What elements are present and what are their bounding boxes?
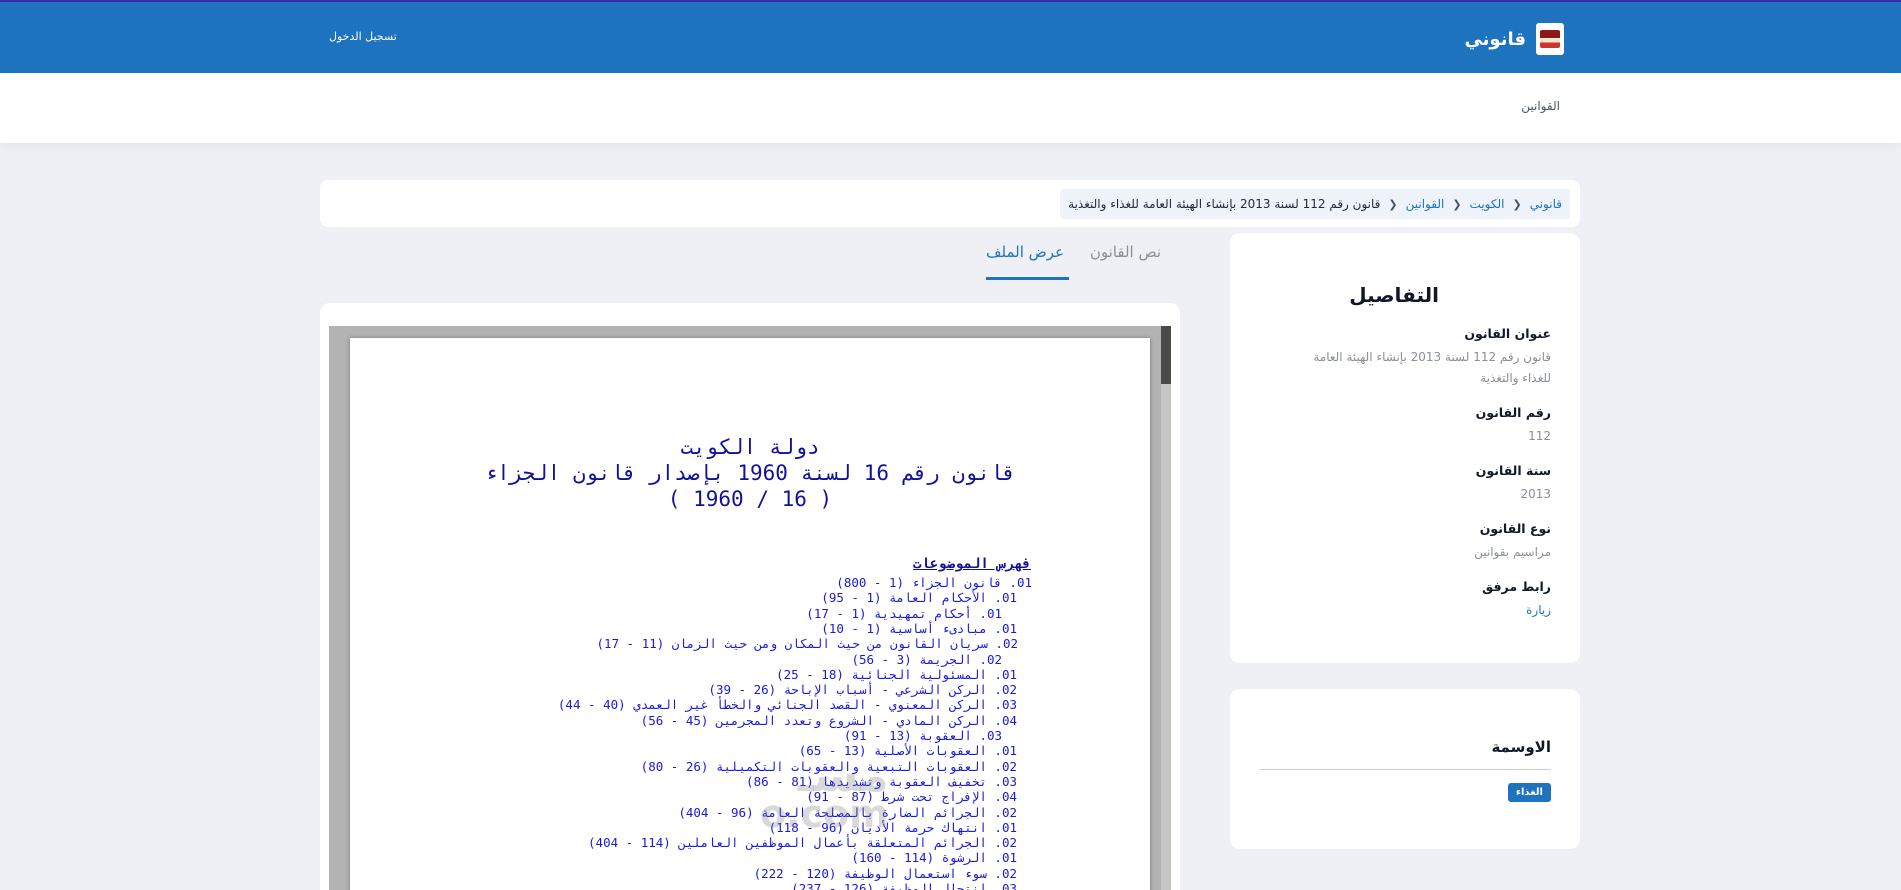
law-type-field: نوع القانون مراسيم بقوانين: [1291, 521, 1551, 563]
breadcrumb-item-laws[interactable]: القوانين: [1406, 197, 1445, 211]
brand-name: قانوني: [1464, 28, 1526, 50]
law-year-field: سنة القانون 2013: [1291, 463, 1551, 505]
top-header-bar: قانوني تسجيل الدخول: [0, 0, 1901, 73]
toc-line: 03. تخفيف العقوبة وتشديدها (81 - 86): [746, 773, 1017, 789]
law-type-label: نوع القانون: [1479, 521, 1551, 536]
toc-line: 03. انتحال الوظيفة (126 - 237): [791, 881, 1017, 890]
toc-line: 03. العقوبة (13 - 91): [843, 728, 1002, 743]
toc-line: 02. سريان القانون من حيث المكان ومن حيث …: [596, 636, 1018, 652]
toc-line: 01. مبادىء أساسية (1 - 10): [821, 620, 1017, 636]
divider: [1260, 769, 1551, 770]
active-tab-indicator: [986, 277, 1069, 280]
scrollbar-thumb[interactable]: [1161, 326, 1171, 384]
breadcrumb-current: قانون رقم 112 لسنة 2013 بإنشاء الهيئة ال…: [1068, 197, 1381, 211]
details-card: التفاصيل عنوان القانون قانون رقم 112 لسن…: [1230, 233, 1580, 663]
law-year-value: 2013: [1520, 487, 1551, 501]
chevron-left-icon: ❮: [1512, 197, 1522, 211]
toc-line: 01. قانون الجزاء (1 - 800): [836, 575, 1032, 590]
law-title-value: قانون رقم 112 لسنة 2013 بإنشاء الهيئة ال…: [1313, 350, 1551, 385]
toc-line: 04. الإفراج تحت شرط (87 - 91): [806, 789, 1017, 805]
brand[interactable]: قانوني: [1464, 22, 1564, 56]
law-type-value: مراسيم بقوانين: [1474, 545, 1551, 559]
details-title: التفاصيل: [1349, 283, 1439, 307]
breadcrumb-item-home[interactable]: قانوني: [1530, 197, 1562, 211]
viewer-scrollbar[interactable]: [1161, 326, 1171, 890]
chevron-left-icon: ❮: [1452, 197, 1462, 211]
chevron-left-icon: ❮: [1388, 197, 1398, 211]
tags-card: الاوسمة الغذاء: [1230, 689, 1580, 849]
attachment-visit-link[interactable]: زيارة: [1291, 600, 1551, 621]
tabs: نص القانون عرض الملف: [986, 240, 1161, 280]
toc-line: 01. المسئولية الجنائية (18 - 25): [776, 666, 1017, 682]
toc-line: 04. الركن المادي - الشروع وتعدد المجرمين…: [640, 712, 1017, 728]
toc-title: فهرس الموضوعات: [912, 556, 1031, 572]
toc-line: 02. العقوبات التبعية والعقوبات التكميلية…: [640, 758, 1017, 774]
toc-line: 02. الجريمة (3 - 56): [851, 651, 1002, 667]
toc-line: 01. العقوبات الأصلية (13 - 65): [798, 743, 1017, 759]
law-number-value: 112: [1528, 429, 1551, 443]
login-link[interactable]: تسجيل الدخول: [329, 30, 397, 43]
tag-badge[interactable]: الغذاء: [1507, 783, 1551, 802]
nav-laws-link[interactable]: القوانين: [1521, 99, 1560, 113]
document-heading-line: ( 16 / 1960 ): [667, 487, 833, 511]
breadcrumb: قانوني ❮ الكويت ❮ القوانين ❮ قانون رقم 1…: [1060, 189, 1570, 219]
document-heading-line: قانون رقم 16 لسنة 1960 بإصدار قانون الجز…: [484, 461, 1016, 485]
law-title-label: عنوان القانون: [1464, 326, 1551, 341]
toc-line: 01. الرشوة (114 - 160): [851, 850, 1017, 866]
toc-line: 01. الأحكام العامة (1 - 95): [821, 590, 1017, 606]
attachment-field: رابط مرفق زيارة: [1291, 579, 1551, 621]
toc-line: 02. سوء استعمال الوظيفة (120 - 222): [753, 865, 1017, 881]
tags-title: الاوسمة: [1491, 738, 1551, 756]
toc-line: 02. الركن الشرعي - أسباب الإباحة (26 - 3…: [708, 682, 1017, 698]
toc-line: 02. الجرائم الضارة بالمصلحة العامة (96 -…: [678, 804, 1017, 820]
toc-line: 01. أحكام تمهيدية (1 - 17): [806, 605, 1002, 621]
tab-law-text[interactable]: نص القانون: [1090, 243, 1161, 261]
file-viewer-card: دولة الكويت قانون رقم 16 لسنة 1960 بإصدا…: [320, 303, 1180, 890]
law-number-field: رقم القانون 112: [1291, 405, 1551, 447]
toc-line: 02. الجرائم المتعلقة بأعمال الموظفين الع…: [588, 835, 1017, 851]
breadcrumb-card: قانوني ❮ الكويت ❮ القوانين ❮ قانون رقم 1…: [320, 180, 1580, 227]
breadcrumb-item-kuwait[interactable]: الكويت: [1470, 197, 1505, 211]
brand-logo-icon: [1536, 23, 1564, 55]
document-heading-line: دولة الكويت: [680, 435, 820, 459]
law-number-label: رقم القانون: [1475, 405, 1551, 420]
toc-line: 01. انتهاك حرمة الأديان (96 - 118): [768, 819, 1017, 835]
pdf-viewer[interactable]: دولة الكويت قانون رقم 16 لسنة 1960 بإصدا…: [329, 326, 1171, 890]
document-page: دولة الكويت قانون رقم 16 لسنة 1960 بإصدا…: [350, 338, 1150, 890]
toc-line: 03. الركن المعنوي - القصد الجنائي والخطأ…: [557, 697, 1017, 713]
law-year-label: سنة القانون: [1475, 463, 1551, 478]
law-title-field: عنوان القانون قانون رقم 112 لسنة 2013 بإ…: [1291, 326, 1551, 389]
attachment-label: رابط مرفق: [1482, 579, 1551, 594]
navigation-bar: القوانين: [0, 73, 1901, 143]
tab-view-file[interactable]: عرض الملف: [986, 243, 1064, 261]
document-heading: دولة الكويت قانون رقم 16 لسنة 1960 بإصدا…: [350, 434, 1150, 512]
